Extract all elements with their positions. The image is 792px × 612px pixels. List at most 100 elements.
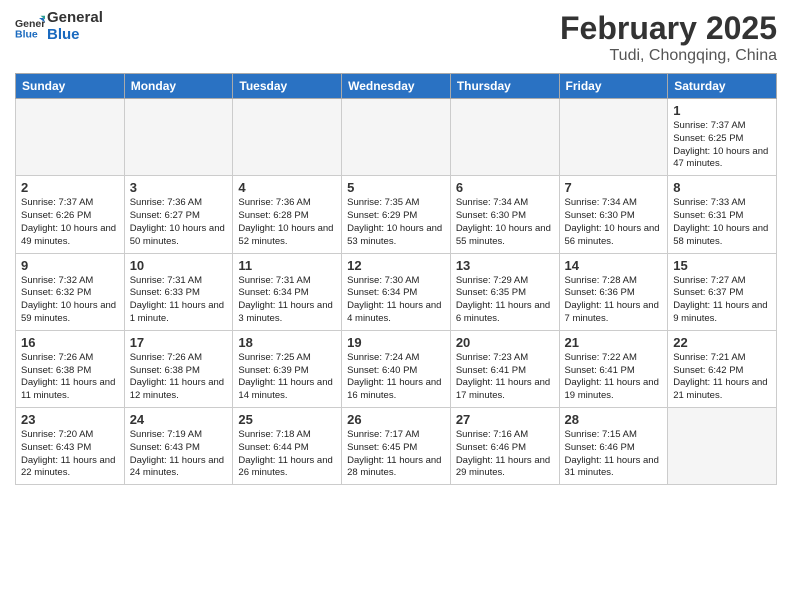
day-info: Sunrise: 7:33 AM Sunset: 6:31 PM Dayligh… xyxy=(673,197,771,248)
day-info: Sunrise: 7:28 AM Sunset: 6:36 PM Dayligh… xyxy=(565,275,663,326)
day-number: 21 xyxy=(565,335,663,350)
day-info: Sunrise: 7:19 AM Sunset: 6:43 PM Dayligh… xyxy=(130,429,228,480)
day-info: Sunrise: 7:27 AM Sunset: 6:37 PM Dayligh… xyxy=(673,275,771,326)
day-number: 15 xyxy=(673,258,771,273)
calendar-cell-w1-d2 xyxy=(124,99,233,176)
calendar-cell-w5-d4: 26 Sunrise: 7:17 AM Sunset: 6:45 PM Dayli… xyxy=(342,408,451,485)
col-wednesday: Wednesday xyxy=(342,74,451,99)
day-number: 3 xyxy=(130,180,228,195)
calendar-cell-w3-d4: 12Sunrise: 7:30 AM Sunset: 6:34 PM Dayli… xyxy=(342,253,451,330)
day-info: Sunrise: 7:35 AM Sunset: 6:29 PM Dayligh… xyxy=(347,197,445,248)
day-number: 18 xyxy=(238,335,336,350)
logo-text-blue: Blue xyxy=(47,27,103,44)
calendar-subtitle: Tudi, Chongqing, China xyxy=(560,47,777,65)
day-number: 26 xyxy=(347,412,445,427)
day-number: 11 xyxy=(238,258,336,273)
day-info: Sunrise: 7:32 AM Sunset: 6:32 PM Dayligh… xyxy=(21,275,119,326)
calendar-cell-w4-d1: 16 Sunrise: 7:26 AM Sunset: 6:38 PM Dayli… xyxy=(16,330,125,407)
day-number: 9 xyxy=(21,258,119,273)
calendar-week-3: 9 Sunrise: 7:32 AM Sunset: 6:32 PM Daylig… xyxy=(16,253,777,330)
day-info: Sunrise: 7:21 AM Sunset: 6:42 PM Dayligh… xyxy=(673,352,771,403)
calendar-cell-w5-d2: 24Sunrise: 7:19 AM Sunset: 6:43 PM Dayli… xyxy=(124,408,233,485)
calendar-week-5: 23 Sunrise: 7:20 AM Sunset: 6:43 PM Dayli… xyxy=(16,408,777,485)
calendar-cell-w1-d3 xyxy=(233,99,342,176)
day-info: Sunrise: 7:23 AM Sunset: 6:41 PM Dayligh… xyxy=(456,352,554,403)
day-number: 4 xyxy=(238,180,336,195)
calendar-cell-w1-d5 xyxy=(450,99,559,176)
logo-text-general: General xyxy=(47,10,103,27)
day-number: 13 xyxy=(456,258,554,273)
day-info: Sunrise: 7:24 AM Sunset: 6:40 PM Dayligh… xyxy=(347,352,445,403)
calendar-cell-w2-d1: 2 Sunrise: 7:37 AM Sunset: 6:26 PM Daylig… xyxy=(16,176,125,253)
day-info: Sunrise: 7:34 AM Sunset: 6:30 PM Dayligh… xyxy=(456,197,554,248)
day-number: 16 xyxy=(21,335,119,350)
day-number: 10 xyxy=(130,258,228,273)
day-number: 25 xyxy=(238,412,336,427)
calendar-cell-w4-d6: 21 Sunrise: 7:22 AM Sunset: 6:41 PM Dayli… xyxy=(559,330,668,407)
calendar-title: February 2025 xyxy=(560,10,777,47)
calendar-cell-w1-d4 xyxy=(342,99,451,176)
day-info: Sunrise: 7:37 AM Sunset: 6:25 PM Dayligh… xyxy=(673,120,771,171)
col-sunday: Sunday xyxy=(16,74,125,99)
calendar-cell-w2-d3: 4Sunrise: 7:36 AM Sunset: 6:28 PM Daylig… xyxy=(233,176,342,253)
calendar-cell-w1-d1 xyxy=(16,99,125,176)
day-number: 20 xyxy=(456,335,554,350)
day-number: 1 xyxy=(673,103,771,118)
calendar-cell-w2-d2: 3 Sunrise: 7:36 AM Sunset: 6:27 PM Daylig… xyxy=(124,176,233,253)
calendar-cell-w4-d2: 17 Sunrise: 7:26 AM Sunset: 6:38 PM Dayli… xyxy=(124,330,233,407)
calendar-cell-w3-d3: 11 Sunrise: 7:31 AM Sunset: 6:34 PM Dayli… xyxy=(233,253,342,330)
col-friday: Friday xyxy=(559,74,668,99)
calendar-week-2: 2 Sunrise: 7:37 AM Sunset: 6:26 PM Daylig… xyxy=(16,176,777,253)
col-thursday: Thursday xyxy=(450,74,559,99)
day-info: Sunrise: 7:26 AM Sunset: 6:38 PM Dayligh… xyxy=(21,352,119,403)
col-tuesday: Tuesday xyxy=(233,74,342,99)
day-info: Sunrise: 7:20 AM Sunset: 6:43 PM Dayligh… xyxy=(21,429,119,480)
day-number: 6 xyxy=(456,180,554,195)
calendar-cell-w1-d7: 1 Sunrise: 7:37 AM Sunset: 6:25 PM Daylig… xyxy=(668,99,777,176)
day-number: 27 xyxy=(456,412,554,427)
day-number: 23 xyxy=(21,412,119,427)
day-number: 5 xyxy=(347,180,445,195)
day-info: Sunrise: 7:37 AM Sunset: 6:26 PM Dayligh… xyxy=(21,197,119,248)
day-info: Sunrise: 7:26 AM Sunset: 6:38 PM Dayligh… xyxy=(130,352,228,403)
day-info: Sunrise: 7:18 AM Sunset: 6:44 PM Dayligh… xyxy=(238,429,336,480)
calendar-cell-w4-d3: 18 Sunrise: 7:25 AM Sunset: 6:39 PM Dayli… xyxy=(233,330,342,407)
day-info: Sunrise: 7:25 AM Sunset: 6:39 PM Dayligh… xyxy=(238,352,336,403)
calendar-cell-w5-d3: 25 Sunrise: 7:18 AM Sunset: 6:44 PM Dayli… xyxy=(233,408,342,485)
calendar-header-row: Sunday Monday Tuesday Wednesday Thursday… xyxy=(16,74,777,99)
calendar-cell-w2-d5: 6 Sunrise: 7:34 AM Sunset: 6:30 PM Daylig… xyxy=(450,176,559,253)
calendar-cell-w3-d7: 15 Sunrise: 7:27 AM Sunset: 6:37 PM Dayli… xyxy=(668,253,777,330)
logo-icon: General Blue xyxy=(15,12,45,42)
day-number: 8 xyxy=(673,180,771,195)
day-info: Sunrise: 7:29 AM Sunset: 6:35 PM Dayligh… xyxy=(456,275,554,326)
day-info: Sunrise: 7:15 AM Sunset: 6:46 PM Dayligh… xyxy=(565,429,663,480)
calendar-cell-w3-d2: 10Sunrise: 7:31 AM Sunset: 6:33 PM Dayli… xyxy=(124,253,233,330)
calendar-cell-w3-d1: 9 Sunrise: 7:32 AM Sunset: 6:32 PM Daylig… xyxy=(16,253,125,330)
svg-text:Blue: Blue xyxy=(15,28,38,40)
day-number: 14 xyxy=(565,258,663,273)
calendar-cell-w5-d1: 23 Sunrise: 7:20 AM Sunset: 6:43 PM Dayli… xyxy=(16,408,125,485)
day-number: 17 xyxy=(130,335,228,350)
logo: General Blue General Blue xyxy=(15,10,103,43)
calendar-cell-w1-d6 xyxy=(559,99,668,176)
header: General Blue General Blue February 2025 … xyxy=(15,10,777,65)
day-number: 19 xyxy=(347,335,445,350)
col-saturday: Saturday xyxy=(668,74,777,99)
calendar-cell-w2-d4: 5 Sunrise: 7:35 AM Sunset: 6:29 PM Daylig… xyxy=(342,176,451,253)
calendar-week-1: 1 Sunrise: 7:37 AM Sunset: 6:25 PM Daylig… xyxy=(16,99,777,176)
day-number: 2 xyxy=(21,180,119,195)
day-info: Sunrise: 7:17 AM Sunset: 6:45 PM Dayligh… xyxy=(347,429,445,480)
day-info: Sunrise: 7:22 AM Sunset: 6:41 PM Dayligh… xyxy=(565,352,663,403)
day-info: Sunrise: 7:36 AM Sunset: 6:27 PM Dayligh… xyxy=(130,197,228,248)
calendar-cell-w2-d6: 7Sunrise: 7:34 AM Sunset: 6:30 PM Daylig… xyxy=(559,176,668,253)
calendar-cell-w5-d6: 28 Sunrise: 7:15 AM Sunset: 6:46 PM Dayli… xyxy=(559,408,668,485)
day-number: 12 xyxy=(347,258,445,273)
day-info: Sunrise: 7:34 AM Sunset: 6:30 PM Dayligh… xyxy=(565,197,663,248)
calendar-cell-w3-d6: 14 Sunrise: 7:28 AM Sunset: 6:36 PM Dayli… xyxy=(559,253,668,330)
calendar-week-4: 16 Sunrise: 7:26 AM Sunset: 6:38 PM Dayli… xyxy=(16,330,777,407)
calendar-cell-w3-d5: 13 Sunrise: 7:29 AM Sunset: 6:35 PM Dayli… xyxy=(450,253,559,330)
day-number: 28 xyxy=(565,412,663,427)
day-info: Sunrise: 7:31 AM Sunset: 6:34 PM Dayligh… xyxy=(238,275,336,326)
calendar-cell-w4-d7: 22Sunrise: 7:21 AM Sunset: 6:42 PM Dayli… xyxy=(668,330,777,407)
calendar-cell-w5-d5: 27Sunrise: 7:16 AM Sunset: 6:46 PM Dayli… xyxy=(450,408,559,485)
